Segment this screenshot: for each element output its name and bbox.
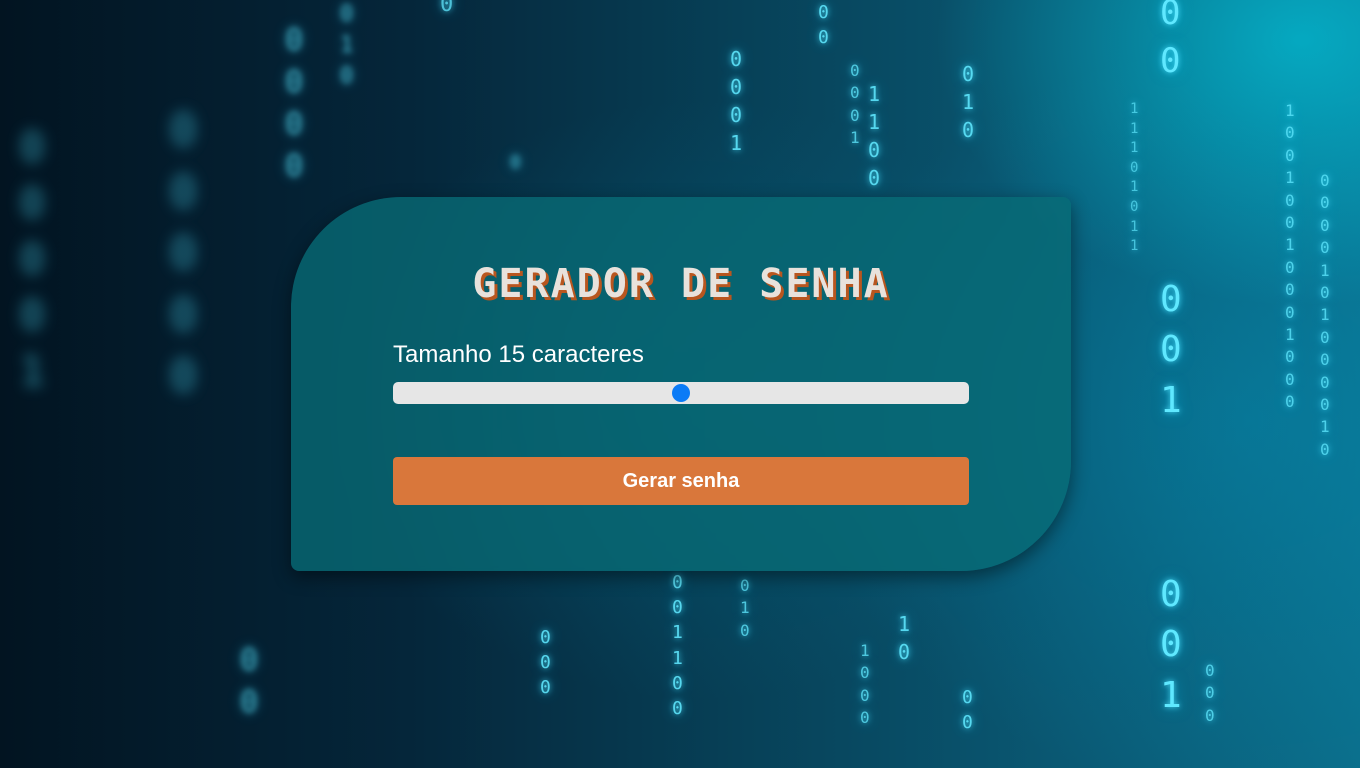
binary-column-decoration: 1 0 [898,612,911,664]
binary-column-decoration: 0 0 [818,2,829,49]
binary-column-decoration: 0 0 [240,643,259,720]
binary-column-decoration: 0 0 0 0 0 [170,105,197,403]
binary-column-decoration: 0 0 1 [1160,574,1182,716]
length-slider[interactable] [393,382,969,404]
password-generator-card: GERADOR DE SENHA Tamanho 15 caracteres G… [291,197,1071,571]
binary-column-decoration: 1 0 0 0 [860,641,870,728]
binary-column-decoration: 0 0 0 1 [850,61,860,148]
binary-column-decoration: 0 0 1 1 0 0 [672,572,683,719]
length-label-suffix: caracteres [531,341,644,368]
binary-column-decoration: 1 0 0 1 0 0 1 0 0 0 1 0 0 0 [1285,101,1295,412]
binary-column-decoration: 1 1 0 0 [868,82,881,190]
binary-column-decoration: 0 0 [962,687,973,734]
binary-column-decoration: 0 0 0 0 1 0 1 0 0 0 0 1 0 [1320,171,1330,459]
binary-column-decoration: 0 [440,0,454,17]
slider-thumb[interactable] [672,384,690,402]
binary-column-decoration: 0 1 0 [740,576,750,640]
generate-password-button[interactable]: Gerar senha [393,457,969,505]
binary-column-decoration: 0 0 0 [540,627,551,699]
length-label: Tamanho 15 caracteres [393,341,644,369]
length-label-prefix: Tamanho [393,341,492,368]
binary-column-decoration: 0 0 [1160,0,1181,81]
page-title: GERADOR DE SENHA [472,261,890,307]
binary-column-decoration: 0 0 0 0 [285,23,304,184]
length-value: 15 [498,341,526,368]
binary-column-decoration: 1 1 1 0 1 0 1 1 [1130,101,1139,255]
binary-column-decoration: 0 1 0 [340,2,354,89]
binary-column-decoration: 0 0 0 0 1 [20,125,45,395]
binary-column-decoration: 0 [510,152,521,173]
binary-column-decoration: 0 0 0 1 [730,47,743,155]
binary-column-decoration: 0 0 0 [1205,661,1215,725]
binary-column-decoration: 0 1 0 [962,62,975,142]
binary-column-decoration: 0 0 1 [1160,279,1182,421]
